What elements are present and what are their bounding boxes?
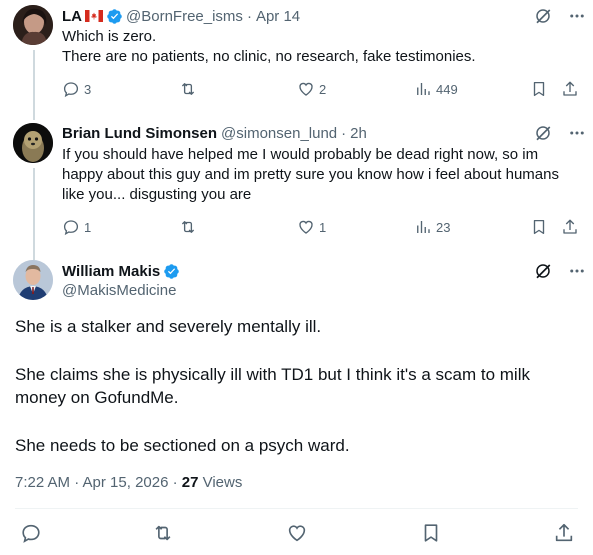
reply-count: 3 <box>84 81 92 97</box>
like-button[interactable]: 1 <box>297 218 326 236</box>
reply-text: If you should have helped me I would pro… <box>62 145 587 205</box>
reply-button[interactable] <box>20 522 42 544</box>
view-count: 23 <box>436 219 451 235</box>
user-handle[interactable]: @BornFree_isms <box>126 8 243 25</box>
text-line: like you... disgusting you are <box>62 186 252 203</box>
paragraph: She is a stalker and severely mentally i… <box>15 317 322 336</box>
reply-icon <box>63 220 79 236</box>
reply-icon <box>63 82 79 98</box>
avatar[interactable] <box>13 123 53 163</box>
analytics-icon <box>417 83 430 95</box>
heart-icon <box>288 525 306 542</box>
heart-icon <box>299 220 313 234</box>
like-button[interactable] <box>286 522 308 544</box>
bookmark-icon <box>424 524 438 542</box>
separator-dot: · <box>341 124 347 142</box>
avatar[interactable] <box>13 260 53 300</box>
text-line: There are no patients, no clinic, no res… <box>62 48 476 65</box>
repost-button[interactable] <box>178 218 198 236</box>
main-post-header: William Makis <box>62 261 180 281</box>
reply-button[interactable]: 3 <box>62 80 91 98</box>
reply-text: Which is zero. There are no patients, no… <box>62 27 582 67</box>
views-button[interactable]: 23 <box>414 218 450 236</box>
reply-header: LA @BornFree_isms · Apr 14 <box>62 6 300 26</box>
more-icon[interactable] <box>568 7 586 25</box>
repost-button[interactable] <box>151 522 175 544</box>
text-line: happy about this guy and im pretty sure … <box>62 166 559 183</box>
bookmark-button[interactable] <box>420 522 442 544</box>
repost-button[interactable] <box>178 80 198 98</box>
like-count: 1 <box>319 219 327 235</box>
bookmark-button[interactable] <box>530 80 548 98</box>
repost-icon <box>181 221 195 233</box>
user-handle[interactable]: @simonsen_lund <box>221 125 337 142</box>
views-button[interactable]: 449 <box>414 80 458 98</box>
post-timestamp: 7:22 AM · Apr 15, 2026 · 27 Views <box>15 474 242 491</box>
view-count: 449 <box>436 81 458 97</box>
views-label: Views <box>198 474 243 491</box>
paragraph: She needs to be sectioned on a psych war… <box>15 436 350 455</box>
thread-line <box>33 168 35 260</box>
verified-badge-icon <box>164 263 179 279</box>
like-count: 2 <box>319 81 327 97</box>
canada-flag-icon <box>85 10 103 22</box>
avatar[interactable] <box>13 5 53 45</box>
heart-icon <box>299 82 313 96</box>
grok-icon[interactable] <box>534 124 552 142</box>
separator-dot: · <box>246 7 252 25</box>
grok-icon[interactable] <box>534 7 552 25</box>
text-line: If you should have helped me I would pro… <box>62 146 539 163</box>
more-icon[interactable] <box>568 262 586 280</box>
divider <box>15 508 578 509</box>
main-post-handle-row: @MakisMedicine <box>62 280 176 300</box>
reply-count: 1 <box>84 219 92 235</box>
bookmark-button[interactable] <box>530 218 548 236</box>
display-name[interactable]: William Makis <box>62 263 160 280</box>
like-button[interactable]: 2 <box>297 80 326 98</box>
display-name[interactable]: LA <box>62 8 82 25</box>
verified-badge-icon <box>107 8 122 24</box>
share-button[interactable] <box>561 218 579 236</box>
analytics-icon <box>417 221 430 233</box>
share-icon <box>563 219 577 234</box>
paragraph: She claims she is physically ill with TD… <box>15 365 530 384</box>
user-handle[interactable]: @MakisMedicine <box>62 282 176 299</box>
reply-actions: 3 2 449 <box>0 80 593 102</box>
main-post-top-icons <box>534 262 586 280</box>
repost-icon <box>181 83 195 95</box>
main-post-actions <box>0 522 593 548</box>
reply-icon <box>22 524 40 543</box>
reply-header: Brian Lund Simonsen @simonsen_lund · 2h <box>62 123 367 143</box>
share-button[interactable] <box>561 80 579 98</box>
grok-icon[interactable] <box>534 262 552 280</box>
reply-top-icons <box>534 7 586 25</box>
bookmark-icon <box>533 219 545 235</box>
share-icon <box>563 81 577 96</box>
reply-top-icons <box>534 124 586 142</box>
post-time[interactable]: 7:22 AM · Apr 15, 2026 · <box>15 474 182 491</box>
text-line: Which is zero. <box>62 28 157 45</box>
post-date[interactable]: Apr 14 <box>256 8 300 25</box>
reply-button[interactable]: 1 <box>62 218 91 236</box>
reply-actions: 1 1 23 <box>0 218 593 240</box>
share-icon <box>555 523 573 542</box>
more-icon[interactable] <box>568 124 586 142</box>
thread-line <box>33 108 35 120</box>
share-button[interactable] <box>553 522 575 544</box>
display-name[interactable]: Brian Lund Simonsen <box>62 125 217 142</box>
main-post-text: She is a stalker and severely mentally i… <box>15 315 575 457</box>
views-count: 27 <box>181 474 199 491</box>
post-date[interactable]: 2h <box>350 125 367 142</box>
repost-icon <box>155 525 171 541</box>
bookmark-icon <box>533 81 545 97</box>
paragraph: money on GofundMe. <box>15 388 179 407</box>
